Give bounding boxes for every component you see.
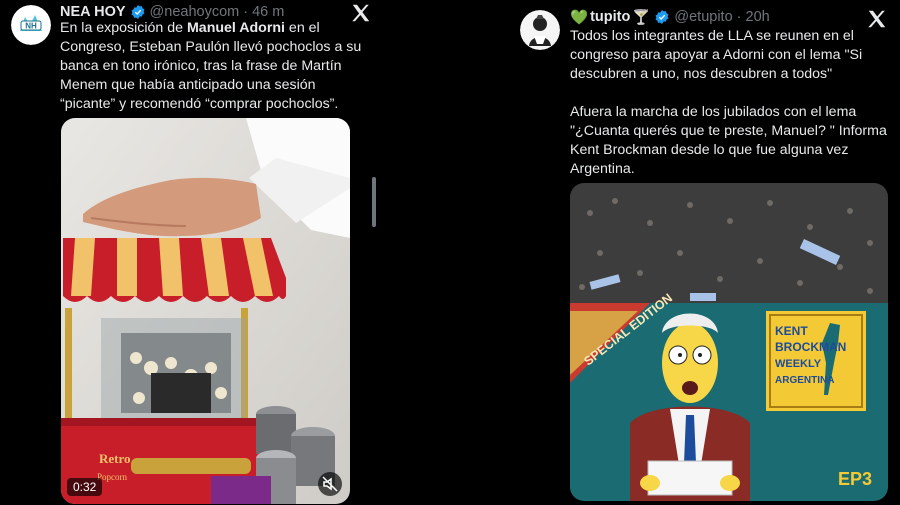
paragraph-1: Todos los integrantes de LLA se reunen e…: [570, 28, 863, 82]
kent-brockman-meme-image: SPECIAL EDITION KENT BROCKMAN WEEKLY ARG…: [570, 183, 888, 501]
svg-text:ARGENTINA: ARGENTINA: [775, 375, 834, 386]
cocktail-emoji-icon: 🍸: [632, 9, 651, 26]
tweet-image[interactable]: SPECIAL EDITION KENT BROCKMAN WEEKLY ARG…: [570, 183, 888, 501]
paragraph-2: Afuera la marcha de los jubilados con el…: [570, 104, 887, 177]
tweet-neahoy[interactable]: NH NEA HOY @neahoycom · 46 m En la expos…: [0, 0, 372, 505]
mention-manuel-adorni[interactable]: Manuel Adorni: [187, 20, 285, 36]
tweet-text: Todos los integrantes de LLA se reunen e…: [570, 27, 890, 179]
tweet-text: En la exposición de Manuel Adorni en el …: [60, 20, 362, 112]
popcorn-machine-video-frame: Retro Popcorn: [61, 118, 350, 504]
speaker-muted-icon: [322, 476, 338, 492]
neahoy-logo-icon: NH: [11, 5, 51, 45]
tweet-video[interactable]: Retro Popcorn 0:32: [61, 118, 350, 504]
svg-text:Retro: Retro: [99, 451, 131, 466]
scrollbar-thumb[interactable]: [372, 177, 376, 227]
timestamp[interactable]: · 46 m: [243, 4, 284, 20]
tweet-header: 💚 tupito 🍸 @etupito · 20h: [570, 7, 770, 27]
tupito-avatar-icon: [520, 10, 560, 50]
handle[interactable]: @etupito: [674, 9, 732, 25]
verified-badge-icon: [655, 10, 669, 24]
tweet-tupito[interactable]: 💚 tupito 🍸 @etupito · 20h Todos los inte…: [512, 0, 900, 505]
mute-button[interactable]: [318, 472, 342, 496]
timeline: NH NEA HOY @neahoycom · 46 m En la expos…: [0, 0, 900, 505]
timestamp[interactable]: · 20h: [737, 9, 770, 25]
svg-text:BROCKMAN: BROCKMAN: [775, 340, 846, 354]
svg-text:NH: NH: [25, 22, 37, 31]
heart-emoji-icon: 💚: [570, 9, 589, 26]
svg-text:KENT: KENT: [775, 324, 808, 338]
display-name[interactable]: NEA HOY: [60, 4, 126, 20]
svg-text:WEEKLY: WEEKLY: [775, 358, 822, 370]
svg-text:EP3: EP3: [838, 469, 872, 489]
verified-badge-icon: [131, 5, 144, 19]
avatar-neahoy[interactable]: NH: [11, 5, 51, 45]
avatar-tupito[interactable]: [520, 10, 560, 50]
handle[interactable]: @neahoycom: [150, 4, 240, 20]
video-duration: 0:32: [67, 478, 103, 496]
display-name[interactable]: tupito: [590, 9, 630, 25]
